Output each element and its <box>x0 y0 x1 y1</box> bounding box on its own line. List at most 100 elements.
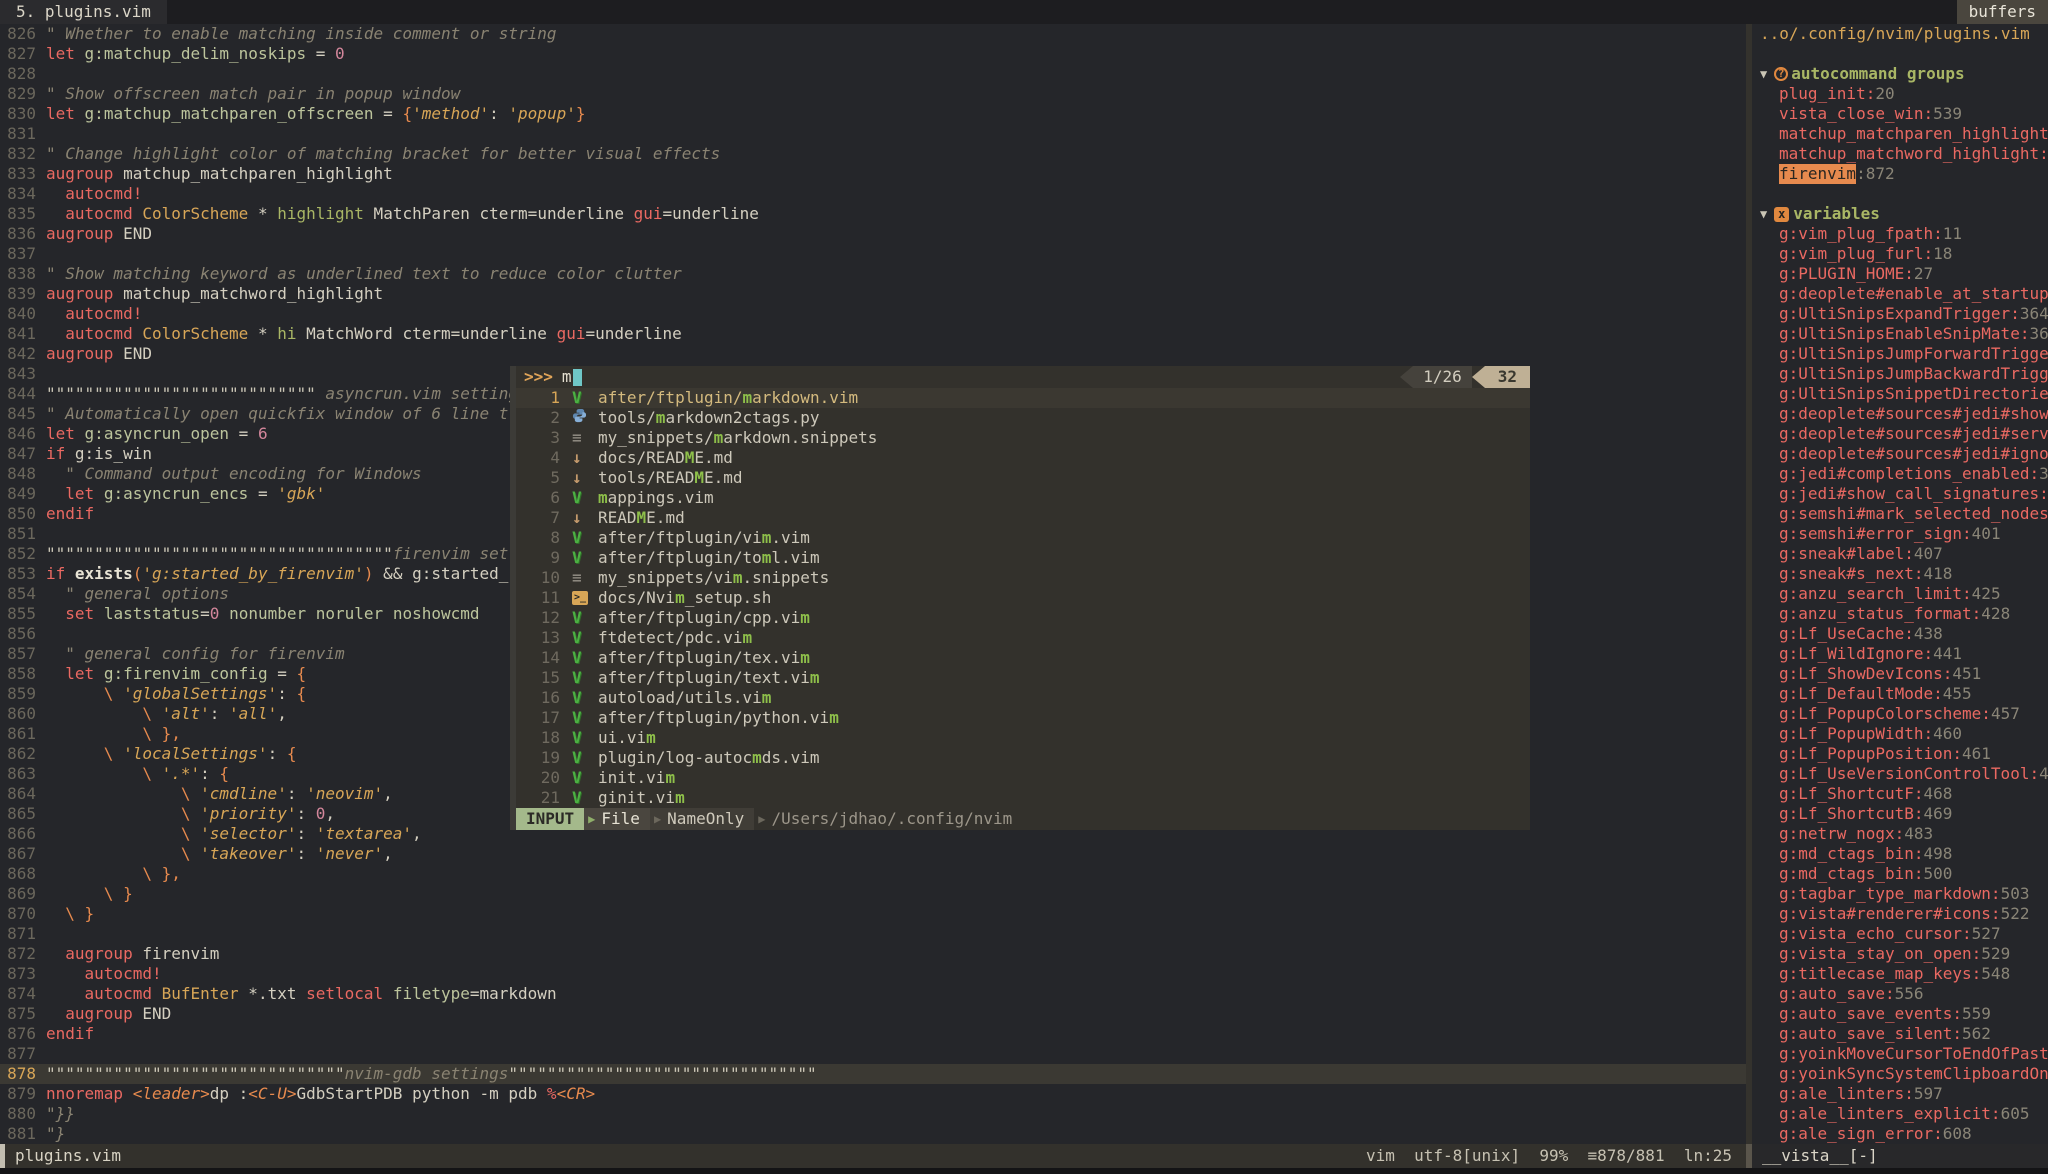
file-row[interactable]: 20Vinit.vim <box>516 768 1530 788</box>
code-line-867[interactable]: 867 \ 'takeover': 'never', <box>0 844 1746 864</box>
tag-item[interactable]: g:Lf_UseCache:438 <box>1752 624 2048 644</box>
file-row[interactable]: 11>_docs/Nvim_setup.sh <box>516 588 1530 608</box>
file-row[interactable]: 9Vafter/ftplugin/toml.vim <box>516 548 1530 568</box>
code-line-870[interactable]: 870 \ } <box>0 904 1746 924</box>
code-line-873[interactable]: 873 autocmd! <box>0 964 1746 984</box>
tag-item[interactable]: g:deoplete#enable_at_startup <box>1752 284 2048 304</box>
file-row[interactable]: 5↓tools/README.md <box>516 468 1530 488</box>
tag-item[interactable]: g:Lf_PopupPosition:461 <box>1752 744 2048 764</box>
code-line-830[interactable]: 830let g:matchup_matchparen_offscreen = … <box>0 104 1746 124</box>
tag-item[interactable]: g:semshi#mark_selected_nodes <box>1752 504 2048 524</box>
code-line-839[interactable]: 839augroup matchup_matchword_highlight <box>0 284 1746 304</box>
tag-item[interactable]: g:ale_linters:597 <box>1752 1084 2048 1104</box>
file-row[interactable]: 17Vafter/ftplugin/python.vim <box>516 708 1530 728</box>
code-line-876[interactable]: 876endif <box>0 1024 1746 1044</box>
code-line-877[interactable]: 877 <box>0 1044 1746 1064</box>
tag-item[interactable]: g:yoinkSyncSystemClipboardOn <box>1752 1064 2048 1084</box>
file-row[interactable]: 14Vafter/ftplugin/tex.vim <box>516 648 1530 668</box>
tag-item[interactable]: g:deoplete#sources#jedi#serv <box>1752 424 2048 444</box>
code-line-837[interactable]: 837 <box>0 244 1746 264</box>
tag-item[interactable]: g:deoplete#sources#jedi#igno <box>1752 444 2048 464</box>
tag-item[interactable]: g:Lf_DefaultMode:455 <box>1752 684 2048 704</box>
tag-item[interactable]: g:vim_plug_fpath:11 <box>1752 224 2048 244</box>
code-line-827[interactable]: 827let g:matchup_delim_noskips = 0 <box>0 44 1746 64</box>
tag-item[interactable]: g:ale_linters_explicit:605 <box>1752 1104 2048 1124</box>
tag-item[interactable]: g:auto_save:556 <box>1752 984 2048 1004</box>
tag-item[interactable]: g:Lf_ShowDevIcons:451 <box>1752 664 2048 684</box>
file-row[interactable]: 19Vplugin/log-autocmds.vim <box>516 748 1530 768</box>
code-line-829[interactable]: 829" Show offscreen match pair in popup … <box>0 84 1746 104</box>
code-line-833[interactable]: 833augroup matchup_matchparen_highlight <box>0 164 1746 184</box>
code-line-871[interactable]: 871 <box>0 924 1746 944</box>
tag-item[interactable]: g:Lf_ShortcutF:468 <box>1752 784 2048 804</box>
tag-item[interactable]: firenvim:872 <box>1752 164 2048 184</box>
file-row[interactable]: 18Vui.vim <box>516 728 1530 748</box>
file-row[interactable]: 2tools/markdown2ctags.py <box>516 408 1530 428</box>
tag-item[interactable]: g:netrw_nogx:483 <box>1752 824 2048 844</box>
tag-item[interactable]: g:vim_plug_furl:18 <box>1752 244 2048 264</box>
file-row[interactable]: 6Vmappings.vim <box>516 488 1530 508</box>
code-line-880[interactable]: 880"}} <box>0 1104 1746 1124</box>
file-row[interactable]: 10≡my_snippets/vim.snippets <box>516 568 1530 588</box>
code-line-826[interactable]: 826" Whether to enable matching inside c… <box>0 24 1746 44</box>
tag-item[interactable]: g:UltiSnipsJumpBackwardTrigg <box>1752 364 2048 384</box>
tag-group-header[interactable]: ▼xvariables <box>1752 204 2048 224</box>
tag-item[interactable]: g:jedi#completions_enabled:3 <box>1752 464 2048 484</box>
file-row[interactable]: 4↓docs/README.md <box>516 448 1530 468</box>
code-line-838[interactable]: 838" Show matching keyword as underlined… <box>0 264 1746 284</box>
tag-item[interactable]: g:sneak#s_next:418 <box>1752 564 2048 584</box>
code-line-840[interactable]: 840 autocmd! <box>0 304 1746 324</box>
tag-item[interactable]: g:jedi#show_call_signatures: <box>1752 484 2048 504</box>
tag-item[interactable]: g:md_ctags_bin:498 <box>1752 844 2048 864</box>
file-row[interactable]: 21Vginit.vim <box>516 788 1530 808</box>
file-row[interactable]: 8Vafter/ftplugin/vim.vim <box>516 528 1530 548</box>
code-line-842[interactable]: 842augroup END <box>0 344 1746 364</box>
tag-item[interactable]: g:yoinkMoveCursorToEndOfPast <box>1752 1044 2048 1064</box>
code-line-879[interactable]: 879nnoremap <leader>dp :<C-U>GdbStartPDB… <box>0 1084 1746 1104</box>
tag-item[interactable]: g:Lf_UseVersionControlTool:4 <box>1752 764 2048 784</box>
tag-item[interactable]: g:vista_echo_cursor:527 <box>1752 924 2048 944</box>
file-row[interactable]: 15Vafter/ftplugin/text.vim <box>516 668 1530 688</box>
chevron-down-icon[interactable]: ▼ <box>1760 64 1767 84</box>
tag-item[interactable]: g:auto_save_events:559 <box>1752 1004 2048 1024</box>
tag-item[interactable]: g:anzu_status_format:428 <box>1752 604 2048 624</box>
tab-plugins-vim[interactable]: 5. plugins.vim <box>0 0 167 24</box>
file-row[interactable]: 13Vftdetect/pdc.vim <box>516 628 1530 648</box>
tag-item[interactable]: g:anzu_search_limit:425 <box>1752 584 2048 604</box>
tag-item[interactable]: g:Lf_ShortcutB:469 <box>1752 804 2048 824</box>
file-row[interactable]: 12Vafter/ftplugin/cpp.vim <box>516 608 1530 628</box>
code-line-874[interactable]: 874 autocmd BufEnter *.txt setlocal file… <box>0 984 1746 1004</box>
code-line-868[interactable]: 868 \ }, <box>0 864 1746 884</box>
file-row[interactable]: 3≡my_snippets/markdown.snippets <box>516 428 1530 448</box>
file-row[interactable]: 16Vautoload/utils.vim <box>516 688 1530 708</box>
tag-group-header[interactable]: ▼?autocommand groups <box>1752 64 2048 84</box>
tag-item[interactable]: g:auto_save_silent:562 <box>1752 1024 2048 1044</box>
code-line-869[interactable]: 869 \ } <box>0 884 1746 904</box>
tag-item[interactable]: g:UltiSnipsSnippetDirectorie <box>1752 384 2048 404</box>
search-query-input[interactable]: m <box>562 367 572 387</box>
tag-item[interactable]: g:vista#renderer#icons:522 <box>1752 904 2048 924</box>
code-line-831[interactable]: 831 <box>0 124 1746 144</box>
tag-item[interactable]: g:ale_sign_error:608 <box>1752 1124 2048 1144</box>
tag-item[interactable]: g:PLUGIN_HOME:27 <box>1752 264 2048 284</box>
tag-item[interactable]: g:md_ctags_bin:500 <box>1752 864 2048 884</box>
tag-item[interactable]: g:Lf_WildIgnore:441 <box>1752 644 2048 664</box>
tag-item[interactable]: g:deoplete#sources#jedi#show <box>1752 404 2048 424</box>
code-line-878[interactable]: 878"""""""""""""""""""""""""""""""nvim-g… <box>0 1064 1746 1084</box>
tag-item[interactable]: g:semshi#error_sign:401 <box>1752 524 2048 544</box>
tag-item[interactable]: matchup_matchparen_highlight <box>1752 124 2048 144</box>
tag-item[interactable]: g:tagbar_type_markdown:503 <box>1752 884 2048 904</box>
tag-item[interactable]: matchup_matchword_highlight: <box>1752 144 2048 164</box>
chevron-down-icon[interactable]: ▼ <box>1760 204 1767 224</box>
tag-item[interactable]: g:Lf_PopupWidth:460 <box>1752 724 2048 744</box>
code-line-881[interactable]: 881"} <box>0 1124 1746 1144</box>
code-line-828[interactable]: 828 <box>0 64 1746 84</box>
code-line-841[interactable]: 841 autocmd ColorScheme * hi MatchWord c… <box>0 324 1746 344</box>
command-line[interactable] <box>0 1168 2048 1174</box>
code-line-836[interactable]: 836augroup END <box>0 224 1746 244</box>
file-row[interactable]: 1Vafter/ftplugin/markdown.vim <box>516 388 1530 408</box>
tag-item[interactable]: g:vista_stay_on_open:529 <box>1752 944 2048 964</box>
tag-item[interactable]: g:titlecase_map_keys:548 <box>1752 964 2048 984</box>
tag-item[interactable]: g:Lf_PopupColorscheme:457 <box>1752 704 2048 724</box>
tag-item[interactable]: g:UltiSnipsJumpForwardTrigge <box>1752 344 2048 364</box>
